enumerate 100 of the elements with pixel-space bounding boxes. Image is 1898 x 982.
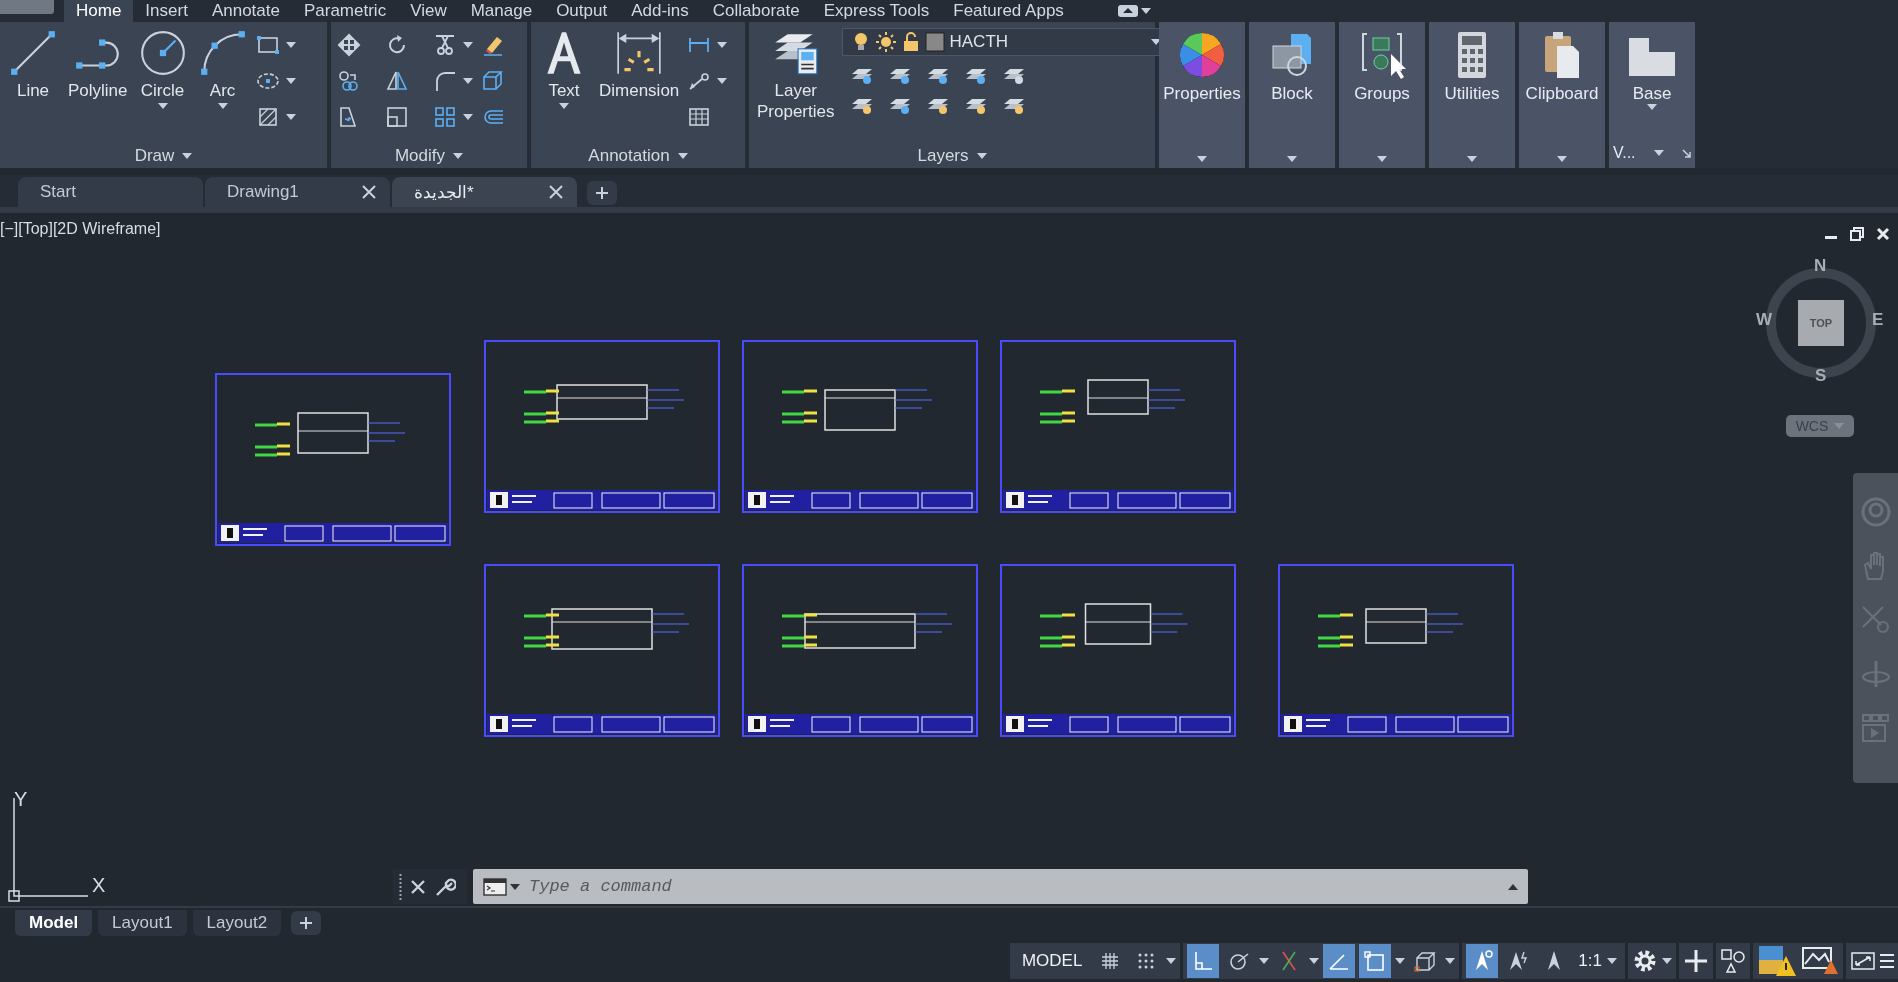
caret-icon[interactable]	[285, 114, 296, 120]
caret-icon[interactable]	[1309, 957, 1320, 964]
caret-icon[interactable]	[1557, 156, 1567, 162]
move-icon[interactable]	[337, 33, 361, 57]
close-icon[interactable]	[1876, 227, 1890, 241]
caret-icon[interactable]	[157, 103, 168, 109]
compass-letter[interactable]: E	[1872, 310, 1884, 330]
caret-icon[interactable]	[976, 153, 987, 159]
tab-label[interactable]: الجديدة*	[414, 181, 474, 203]
grip-icon[interactable]	[399, 873, 402, 900]
ribbon-tab[interactable]: Collaborate	[700, 0, 812, 22]
caret-icon[interactable]	[217, 103, 228, 109]
launcher-icon[interactable]	[1682, 148, 1691, 158]
collapsed-panel-button[interactable]: Block	[1249, 22, 1335, 168]
close-icon[interactable]	[410, 878, 426, 895]
caret-icon[interactable]	[1151, 39, 1162, 45]
fillet-icon[interactable]	[433, 69, 457, 93]
caret-icon[interactable]	[1166, 957, 1177, 964]
caret-icon[interactable]	[1607, 957, 1617, 964]
caret-icon[interactable]	[1197, 156, 1207, 162]
layout-tab[interactable]: Layout1	[98, 910, 187, 936]
panel-title[interactable]: V...	[1613, 144, 1636, 162]
tool-button[interactable]: Arc	[195, 28, 250, 144]
annotation-scale-button[interactable]: 1:1	[1574, 950, 1621, 971]
caret-icon[interactable]	[453, 153, 464, 159]
caret-icon[interactable]	[1653, 150, 1664, 156]
ribbon-tab[interactable]: Parametric	[291, 0, 399, 22]
collapsed-panel-button[interactable]: Base V...	[1609, 22, 1695, 168]
command-field[interactable]: Type a command	[473, 869, 1528, 904]
file-tab[interactable]: الجديدة*	[392, 177, 577, 207]
collapsed-panel-button[interactable]: Utilities	[1429, 22, 1515, 168]
caret-icon[interactable]	[717, 42, 728, 48]
ribbon-tab[interactable]: Annotate	[199, 0, 292, 22]
caret-icon[interactable]	[717, 78, 728, 84]
table-icon[interactable]	[687, 105, 712, 129]
cube-icon[interactable]	[481, 69, 505, 93]
close-icon[interactable]	[549, 185, 563, 199]
ribbon-tab[interactable]: Add-ins	[619, 0, 701, 22]
caret-icon[interactable]	[182, 153, 193, 159]
caret-icon[interactable]	[1508, 883, 1518, 890]
caret-icon[interactable]	[1662, 957, 1672, 964]
panel-title[interactable]: Draw	[0, 144, 327, 168]
caret-icon[interactable]	[1259, 957, 1270, 964]
tool-button[interactable]: Polyline	[66, 28, 130, 144]
warning-icon[interactable]	[1757, 943, 1797, 978]
collapsed-panel-button[interactable]: Clipboard	[1519, 22, 1605, 168]
minimize-ribbon-icon[interactable]	[1117, 5, 1138, 17]
caret-icon[interactable]	[1140, 8, 1151, 14]
terminal-icon[interactable]	[483, 877, 521, 896]
layer-dropdown[interactable]: HACTH	[949, 32, 1148, 52]
shapes-icon[interactable]	[1720, 947, 1746, 974]
caret-icon[interactable]	[1377, 156, 1387, 162]
rect-icon[interactable]	[255, 33, 280, 57]
collapsed-panel-button[interactable]: Groups	[1339, 22, 1425, 168]
ribbon-tab[interactable]: View	[398, 0, 459, 22]
ribbon-tab[interactable]: Insert	[133, 0, 200, 22]
caret-icon[interactable]	[559, 103, 569, 109]
layout-tab[interactable]: Model	[15, 910, 93, 936]
viewport-label[interactable]: [−][Top][2D Wireframe]	[0, 220, 161, 238]
collapsed-panel-button[interactable]: Properties	[1159, 22, 1245, 168]
close-icon[interactable]	[362, 185, 376, 199]
compass-letter[interactable]: N	[1814, 256, 1827, 276]
caret-icon[interactable]	[285, 78, 296, 84]
panel-title[interactable]: Modify	[331, 144, 527, 168]
tool-button[interactable]: Text	[537, 28, 591, 144]
tool-button[interactable]: Dimension	[597, 28, 682, 144]
caret-icon[interactable]	[1445, 957, 1456, 964]
copy-icon[interactable]	[337, 69, 361, 93]
layout-tab[interactable]: Layout2	[192, 910, 282, 936]
ribbon-tab[interactable]: Featured Apps	[941, 0, 1076, 22]
color-swatch-icon[interactable]	[925, 32, 946, 52]
caret-icon[interactable]	[463, 78, 473, 84]
new-layout-button[interactable]	[291, 911, 322, 935]
caret-icon[interactable]	[1467, 156, 1477, 162]
sun-icon[interactable]	[875, 31, 898, 53]
tab-label[interactable]: Start	[40, 182, 76, 202]
file-tab[interactable]: Drawing1	[205, 177, 390, 207]
panel-title[interactable]: Layers	[749, 144, 1155, 168]
file-tab[interactable]: Start	[18, 177, 203, 207]
scale-icon[interactable]	[385, 105, 409, 129]
scissors-icon[interactable]	[433, 33, 457, 57]
caret-icon[interactable]	[285, 42, 296, 48]
ribbon-tab[interactable]: Home	[64, 0, 134, 22]
compass-letter[interactable]: S	[1815, 366, 1827, 386]
tool-button[interactable]: Circle	[135, 28, 190, 144]
wrench-icon[interactable]	[434, 875, 456, 898]
tab-label[interactable]: Drawing1	[227, 182, 299, 202]
new-tab-button[interactable]	[587, 181, 617, 205]
command-input[interactable]: Type a command	[527, 876, 1502, 897]
caret-icon[interactable]	[463, 42, 473, 48]
tool-button[interactable]: Layer Properties	[755, 28, 837, 144]
caret-icon[interactable]	[1287, 156, 1297, 162]
array-icon[interactable]	[433, 105, 457, 129]
compass-letter[interactable]: W	[1756, 310, 1773, 330]
caret-icon[interactable]	[1647, 104, 1657, 110]
caret-icon[interactable]	[1395, 957, 1406, 964]
panel-title[interactable]: Annotation	[531, 144, 745, 168]
ribbon-tab[interactable]: Manage	[458, 0, 545, 22]
tool-button[interactable]: Line	[6, 28, 60, 144]
caret-icon[interactable]	[677, 153, 688, 159]
